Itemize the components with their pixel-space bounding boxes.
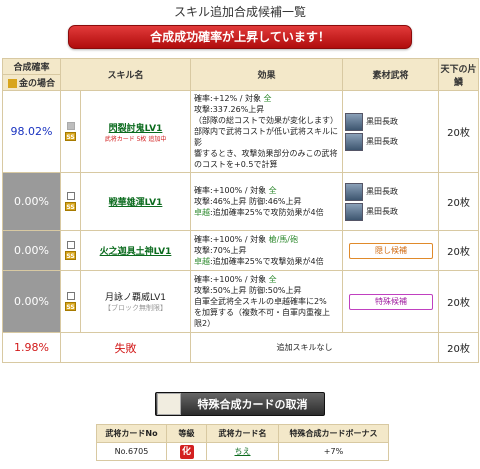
header-rate: 合成確率 (2, 58, 61, 75)
skill-link[interactable]: 閃裂討鬼LV1 (81, 121, 190, 134)
gold-icon (7, 79, 17, 88)
card-name-link[interactable]: ちえ (235, 447, 251, 456)
ss-rank-icon: SS (65, 301, 76, 311)
skill-checkbox[interactable] (66, 292, 75, 300)
probability-up-banner: 合成成功確率が上昇しています！ (68, 25, 412, 49)
card-portrait-icon (157, 393, 181, 415)
skill-link[interactable]: 火之迦具土神LV1 (81, 244, 190, 257)
hidden-candidate-tag: 隠し候補 (349, 242, 434, 259)
skill-sub-note: 武将カード 5枚 追加中 (104, 135, 167, 143)
table-row: 0.00% SS 月詠ノ覇威LV1 【ブロック無制限】 確率:+100% / 対… (2, 270, 480, 333)
table-row: 0.00% SS 戦華雄渾LV1 確率:+100% / 対象 全 攻撃:46%上… (2, 172, 480, 231)
material-avatar (345, 132, 364, 151)
fail-label: 失敗 (59, 332, 192, 363)
material-avatar (345, 182, 364, 201)
ss-rank-icon: SS (65, 201, 76, 211)
special-card-table: 武将カードNo 等級 武将カード名 特殊合成カードボーナス No.6705 化 … (96, 424, 389, 461)
ss-rank-icon: SS (65, 250, 76, 260)
table-row: 1.98% 失敗 追加スキルなし 20枚 (2, 332, 480, 363)
rate-cell: 98.02% (2, 90, 61, 173)
header-effect: 効果 (190, 58, 344, 91)
ss-rank-icon: SS (65, 131, 76, 141)
skill-checkbox[interactable] (66, 122, 75, 130)
special-candidate-tag: 特殊候補 (349, 293, 434, 310)
skill-checkbox[interactable] (66, 192, 75, 200)
header-kin-case: 金の場合 (2, 74, 61, 91)
header-skill-name: スキル名 (59, 58, 192, 91)
effect-cell: 確率:+12% / 対象 全 攻撃:337.26%上昇 （部隊の総コストで効果が… (190, 90, 344, 173)
grade-badge: 化 (179, 444, 194, 459)
table-row: 98.02% SS 閃裂討鬼LV1 武将カード 5枚 追加中 確率:+12% /… (2, 90, 480, 173)
page-title: スキル追加合成候補一覧 (173, 5, 306, 19)
header-tenka: 天下の片鱗 (438, 58, 480, 91)
table-row: No.6705 化 ちえ +7% (96, 442, 389, 461)
material-avatar (345, 112, 364, 131)
skill-link[interactable]: 戦華雄渾LV1 (81, 195, 190, 208)
header-materials: 素材武将 (342, 58, 440, 91)
skill-name: 月詠ノ覇威LV1 (105, 293, 166, 303)
cancel-special-card-button[interactable]: 特殊合成カードの取消 (155, 392, 325, 416)
material-avatar (345, 202, 364, 221)
skill-checkbox[interactable] (66, 241, 75, 249)
synthesis-candidates-table: 合成確率 スキル名 効果 素材武将 天下の片鱗 金の場合 98.02% SS 閃… (2, 58, 480, 363)
table-row: 0.00% SS 火之迦具土神LV1 確率:+100% / 対象 槍/馬/砲 攻… (2, 230, 480, 271)
